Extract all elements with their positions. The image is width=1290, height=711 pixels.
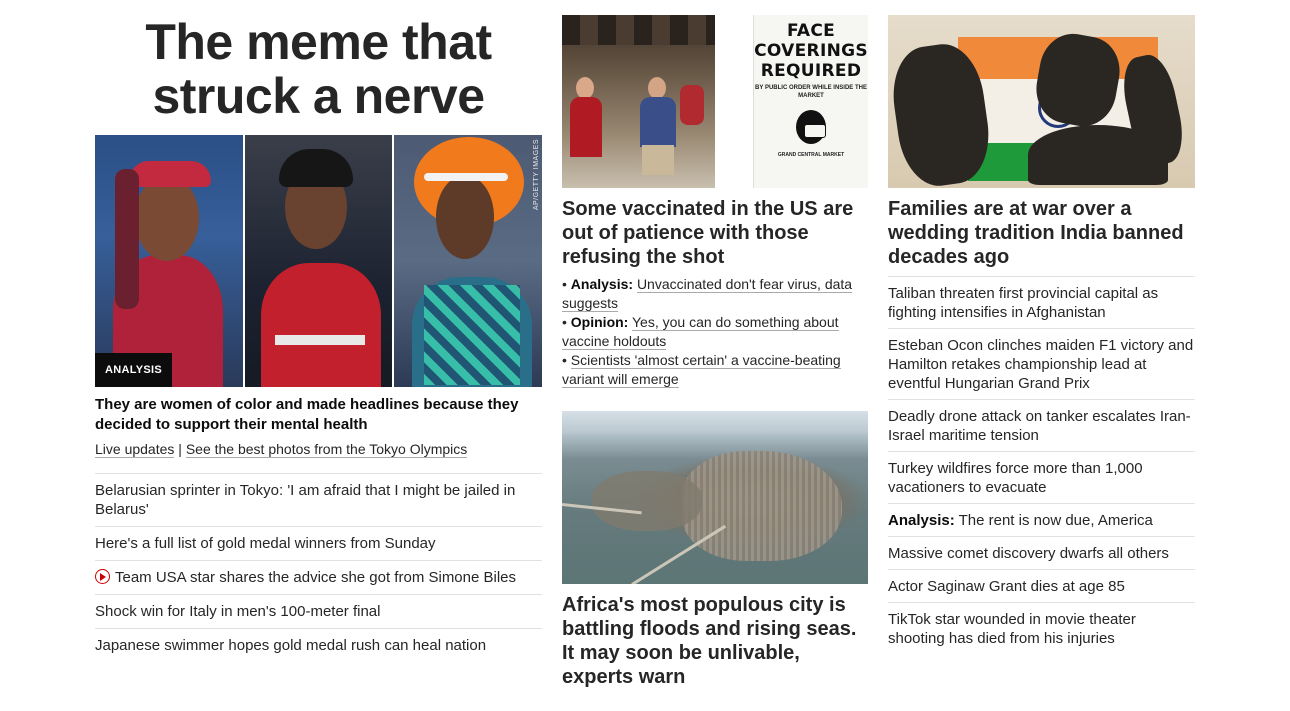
list-item[interactable]: Japanese swimmer hopes gold medal rush c… (95, 629, 542, 662)
list-item-analysis[interactable]: Analysis: The rent is now due, America (888, 504, 1195, 537)
vaccine-story-title[interactable]: Some vaccinated in the US are out of pat… (562, 197, 868, 269)
left-headline-list: Belarusian sprinter in Tokyo: 'I am afra… (95, 473, 542, 662)
market-photo (562, 15, 715, 188)
play-video-icon (95, 569, 110, 584)
athlete-photo-3 (392, 135, 542, 387)
india-story-title[interactable]: Families are at war over a wedding tradi… (888, 197, 1195, 269)
related-link[interactable]: • Analysis: Unvaccinated don't fear viru… (562, 275, 868, 313)
related-link[interactable]: • Opinion: Yes, you can do something abo… (562, 313, 868, 351)
list-item[interactable]: TikTok star wounded in movie theater sho… (888, 603, 1195, 654)
vaccine-story-image[interactable]: FACE COVERINGS REQUIRED BY PUBLIC ORDER … (562, 15, 868, 188)
link-separator: | (174, 441, 186, 457)
link-prefix: Opinion: (570, 314, 629, 330)
hero-related-links: Live updates | See the best photos from … (95, 439, 542, 459)
right-headline-list: Taliban threaten first provincial capita… (888, 276, 1195, 654)
list-item[interactable]: Taliban threaten first provincial capita… (888, 277, 1195, 329)
list-item[interactable]: Deadly drone attack on tanker escalates … (888, 400, 1195, 452)
link-prefix: Analysis: (570, 276, 634, 292)
lagos-aerial-image[interactable] (562, 411, 868, 584)
analysis-tag: ANALYSIS (95, 353, 173, 387)
list-item[interactable]: Turkey wildfires force more than 1,000 v… (888, 452, 1195, 504)
sign-footer: GRAND CENTRAL MARKET (777, 152, 845, 158)
tokyo-photos-link[interactable]: See the best photos from the Tokyo Olymp… (185, 441, 468, 458)
middle-column: FACE COVERINGS REQUIRED BY PUBLIC ORDER … (562, 0, 868, 689)
lagos-story-title[interactable]: Africa's most populous city is battling … (562, 593, 868, 689)
masked-face-icon (796, 110, 826, 144)
india-wedding-illustration[interactable] (888, 15, 1195, 188)
list-item-label: Team USA star shares the advice she got … (115, 569, 517, 586)
list-item-label: The rent is now due, America (958, 512, 1153, 529)
list-item[interactable]: Massive comet discovery dwarfs all other… (888, 537, 1195, 570)
list-item[interactable]: Shock win for Italy in men's 100-meter f… (95, 595, 542, 629)
analysis-prefix: Analysis: (888, 512, 955, 529)
hero-story-title[interactable]: They are women of color and made headlin… (95, 395, 542, 435)
list-item[interactable]: Here's a full list of gold medal winners… (95, 527, 542, 561)
sign-subtext: BY PUBLIC ORDER WHILE INSIDE THE MARKET (755, 85, 867, 99)
left-column: The meme that struck a nerve AP/GETTY IM… (95, 0, 542, 662)
face-coverings-sign: FACE COVERINGS REQUIRED BY PUBLIC ORDER … (753, 15, 868, 188)
feature-headline[interactable]: The meme that struck a nerve (95, 0, 542, 135)
list-item-video[interactable]: Team USA star shares the advice she got … (95, 561, 542, 595)
photo-credit: AP/GETTY IMAGES (533, 139, 540, 211)
list-item[interactable]: Esteban Ocon clinches maiden F1 victory … (888, 329, 1195, 400)
list-item[interactable]: Actor Saginaw Grant dies at age 85 (888, 570, 1195, 603)
athlete-photo-1 (95, 135, 243, 387)
related-link[interactable]: • Scientists 'almost certain' a vaccine-… (562, 351, 868, 389)
hero-image[interactable]: AP/GETTY IMAGES ANALYSIS (95, 135, 542, 387)
live-updates-link[interactable]: Live updates (95, 441, 175, 458)
list-item[interactable]: Belarusian sprinter in Tokyo: 'I am afra… (95, 474, 542, 527)
vaccine-related-links: • Analysis: Unvaccinated don't fear viru… (562, 275, 868, 389)
link-text: Scientists 'almost certain' a vaccine-be… (562, 352, 841, 388)
right-column: Families are at war over a wedding tradi… (888, 0, 1195, 654)
athlete-photo-2 (242, 135, 393, 387)
sign-headline: FACE COVERINGS REQUIRED (754, 21, 868, 81)
